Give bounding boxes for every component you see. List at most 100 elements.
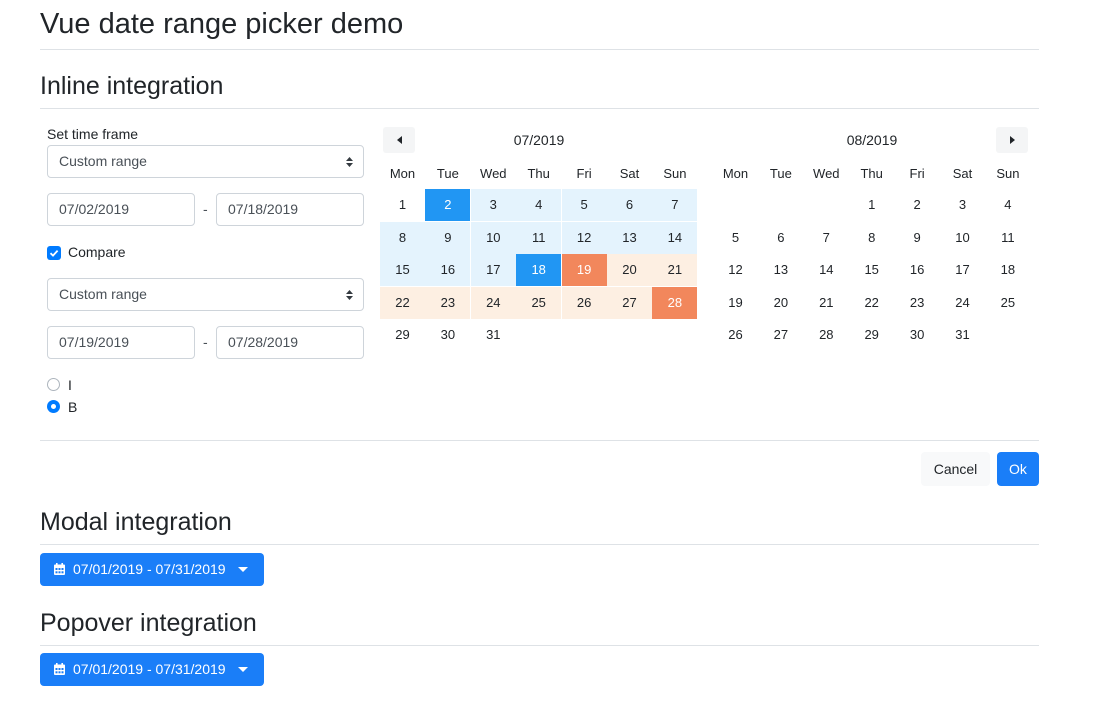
calendar-day[interactable]: 17: [470, 254, 516, 287]
calendar-day[interactable]: 18: [516, 254, 562, 287]
calendar-day[interactable]: 28: [804, 319, 849, 351]
calendar-day[interactable]: 22: [380, 286, 425, 319]
radio-i[interactable]: [47, 378, 60, 391]
calendar-day[interactable]: 2: [895, 189, 940, 221]
calendar-day[interactable]: 15: [380, 254, 425, 287]
calendar-day[interactable]: 31: [940, 319, 985, 351]
divider: [40, 440, 1039, 441]
calendar-day[interactable]: 20: [758, 287, 803, 319]
calendar-day[interactable]: 13: [758, 254, 803, 286]
calendar-day[interactable]: 14: [652, 221, 698, 254]
calendar-day[interactable]: 12: [561, 221, 607, 254]
calendar-day[interactable]: 17: [940, 254, 985, 286]
calendar-day[interactable]: 30: [425, 319, 470, 351]
calendar-day[interactable]: 3: [940, 189, 985, 221]
weekday-header: Mon: [389, 166, 416, 181]
calendar-day[interactable]: 5: [713, 222, 758, 254]
prev-month-button[interactable]: [383, 127, 415, 153]
calendar-day[interactable]: 1: [849, 189, 894, 221]
compare-timeframe-select[interactable]: Custom range: [47, 278, 364, 311]
calendar-icon: [54, 563, 65, 575]
calendar-day[interactable]: 3: [470, 189, 516, 221]
calendar-day[interactable]: 9: [425, 221, 471, 254]
calendar-day[interactable]: 18: [985, 254, 1030, 286]
calendar-day[interactable]: 29: [849, 319, 894, 351]
calendar-day[interactable]: 29: [380, 319, 425, 351]
calendar-day[interactable]: 23: [425, 286, 471, 319]
calendar-day[interactable]: 10: [470, 221, 516, 254]
inline-section-title: Inline integration: [40, 72, 224, 100]
range2-start-input[interactable]: 07/19/2019: [47, 326, 195, 359]
calendar-day[interactable]: 21: [804, 287, 849, 319]
calendar-day[interactable]: 15: [849, 254, 894, 286]
calendar-day[interactable]: 4: [516, 189, 562, 221]
weekday-header: Sun: [996, 166, 1020, 181]
calendar-day[interactable]: 14: [804, 254, 849, 286]
calendar-day[interactable]: 20: [607, 254, 652, 287]
calendar-day[interactable]: 30: [895, 319, 940, 351]
calendar-day[interactable]: 27: [607, 286, 652, 319]
calendar-day[interactable]: 21: [652, 254, 698, 287]
weekday-header: Sat: [619, 166, 640, 181]
timeframe-select[interactable]: Custom range: [47, 145, 364, 178]
weekday-header: Fri: [909, 166, 925, 181]
calendar-day[interactable]: 16: [425, 254, 471, 287]
calendar-day[interactable]: 26: [713, 319, 758, 351]
weekday-header: Tue: [769, 166, 792, 181]
calendar-day[interactable]: 6: [607, 189, 652, 221]
radio-b[interactable]: [47, 400, 60, 413]
select-caret-icon: [346, 290, 353, 300]
weekday-header: Thu: [527, 166, 550, 181]
calendar-day[interactable]: 12: [713, 254, 758, 286]
compare-checkbox[interactable]: [47, 246, 61, 260]
calendar-day[interactable]: 27: [758, 319, 803, 351]
popover-date-range-button[interactable]: 07/01/2019 - 07/31/2019: [40, 653, 264, 686]
calendar-day[interactable]: 2: [425, 189, 471, 221]
calendar-day[interactable]: 9: [895, 222, 940, 254]
caret-down-icon: [238, 667, 248, 672]
calendar-day[interactable]: 7: [652, 189, 698, 221]
calendar-day[interactable]: 25: [516, 286, 562, 319]
calendar-day[interactable]: 11: [985, 222, 1030, 254]
range1-start-input[interactable]: 07/02/2019: [47, 193, 195, 226]
popover-section-title: Popover integration: [40, 609, 257, 637]
page-title: Vue date range picker demo: [40, 8, 404, 40]
calendar-day[interactable]: 28: [652, 286, 698, 319]
month-title-august: 08/2019: [846, 132, 898, 148]
calendar-day[interactable]: 26: [561, 286, 607, 319]
calendar-day[interactable]: 16: [895, 254, 940, 286]
calendar-day[interactable]: 5: [561, 189, 607, 221]
month-title-july: 07/2019: [513, 132, 565, 148]
calendar-day[interactable]: 11: [516, 221, 562, 254]
calendar-day[interactable]: 19: [561, 254, 607, 287]
ok-button[interactable]: Ok: [997, 452, 1039, 486]
compare-label: Compare: [68, 244, 126, 260]
cancel-button[interactable]: Cancel: [921, 452, 990, 486]
calendar-day[interactable]: 1: [380, 189, 425, 221]
weekday-header: Tue: [436, 166, 459, 181]
calendar-day[interactable]: 22: [849, 287, 894, 319]
calendar-day[interactable]: 25: [985, 287, 1030, 319]
calendar-day[interactable]: 31: [471, 319, 516, 351]
calendar-day[interactable]: 19: [713, 287, 758, 319]
modal-date-range-button[interactable]: 07/01/2019 - 07/31/2019: [40, 553, 264, 586]
calendar-day[interactable]: 23: [895, 287, 940, 319]
calendar-day[interactable]: 6: [758, 222, 803, 254]
calendar-day[interactable]: 8: [380, 221, 425, 254]
radio-i-label: I: [68, 377, 72, 393]
weekday-header: Mon: [722, 166, 749, 181]
range2-end-input[interactable]: 07/28/2019: [216, 326, 364, 359]
calendar-day[interactable]: 4: [985, 189, 1030, 221]
calendar-day[interactable]: 24: [470, 286, 516, 319]
radio-b-label: B: [68, 399, 78, 415]
calendar-day[interactable]: 8: [849, 222, 894, 254]
calendar-day[interactable]: 24: [940, 287, 985, 319]
timeframe-select-value: Custom range: [59, 153, 147, 169]
next-month-button[interactable]: [996, 127, 1028, 153]
range1-end-input[interactable]: 07/18/2019: [216, 193, 364, 226]
calendar-day[interactable]: 7: [804, 222, 849, 254]
weekday-header: Fri: [576, 166, 592, 181]
calendar-day[interactable]: 13: [607, 221, 652, 254]
weekday-header: Wed: [813, 166, 840, 181]
calendar-day[interactable]: 10: [940, 222, 985, 254]
